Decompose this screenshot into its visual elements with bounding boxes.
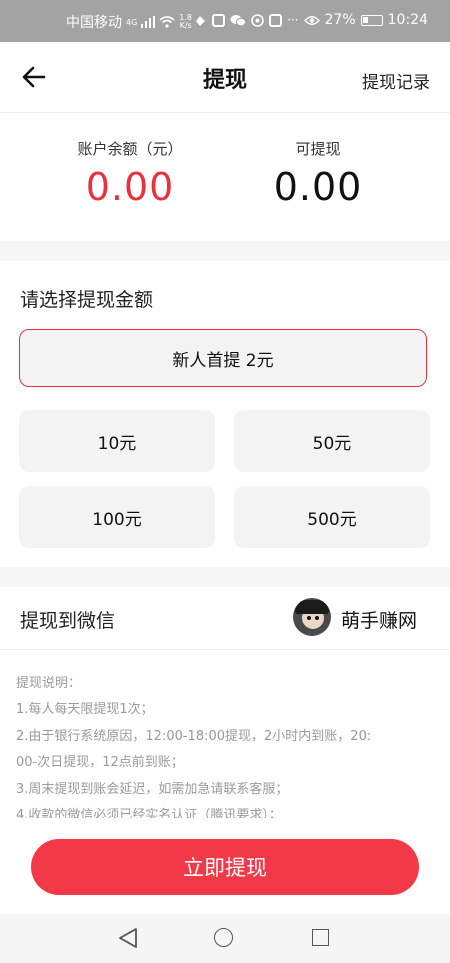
account-balance: 账户余额（元） 0.00	[20, 138, 240, 209]
note-line: 3.周末提现到账会延迟，如需加急请联系客服；	[16, 782, 289, 797]
withdraw-history-link[interactable]: 提现记录	[362, 68, 430, 93]
status-bar: 中国移动 4G 1.8 K/s ··· 27% 10:24	[0, 0, 450, 42]
wechat-nickname: 萌手赚网	[341, 610, 418, 632]
nav-back-button[interactable]	[118, 927, 138, 953]
signal-icon	[141, 16, 156, 28]
withdrawable-value: 0.00	[273, 165, 363, 209]
balance-section: 账户余额（元） 0.00 可提现 0.00	[0, 113, 450, 241]
account-balance-label: 账户余额（元）	[77, 140, 183, 158]
more-icon: ···	[287, 13, 299, 27]
app-notification-icon	[212, 13, 226, 27]
battery-percent: 27%	[324, 12, 356, 28]
note-line: 4.收款的微信必须已经实名认证（腾讯要求）；	[16, 808, 282, 818]
avatar	[293, 598, 331, 636]
wifi-icon	[159, 16, 175, 28]
withdrawable-balance: 可提现 0.00	[208, 138, 428, 209]
amount-option-500[interactable]: 500元	[234, 486, 430, 548]
account-balance-value: 0.00	[85, 165, 175, 209]
note-line: 1.每人每天限提现1次；	[16, 702, 154, 717]
nav-back-icon	[119, 928, 137, 948]
amount-option-10[interactable]: 10元	[19, 410, 215, 472]
system-nav-bar	[0, 914, 450, 963]
notification-icon	[194, 14, 207, 27]
section-gap-2	[0, 567, 450, 587]
status-right: ··· 27% 10:24	[194, 12, 428, 28]
header: 提现 提现记录	[0, 42, 450, 112]
network-speed: 1.8 K/s	[179, 14, 192, 30]
withdraw-now-button[interactable]: 立即提现	[31, 839, 419, 895]
withdrawable-label: 可提现	[295, 140, 341, 158]
note-line: 2.由于银行系统原因，12:00-18:00提现，2小时内到账，20:	[16, 729, 372, 744]
app-icon	[251, 13, 264, 27]
wechat-icon	[230, 14, 247, 27]
amount-section-title: 请选择提现金额	[20, 289, 154, 311]
avatar-eye	[315, 616, 319, 620]
battery-icon	[360, 14, 383, 26]
amount-option-50[interactable]: 50元	[234, 410, 430, 472]
speed-unit: K/s	[179, 21, 192, 30]
nav-recents-button[interactable]	[312, 929, 329, 946]
note-line: 00-次日提现，12点前到账；	[16, 755, 184, 770]
wechat-account-row[interactable]: 提现到微信 萌手赚网	[0, 587, 450, 650]
amount-section: 请选择提现金额 新人首提 2元 10元 50元 100元 500元	[0, 261, 450, 567]
clock: 10:24	[387, 12, 428, 28]
eye-icon	[303, 15, 320, 26]
avatar-hair	[295, 600, 329, 614]
wechat-label: 提现到微信	[20, 610, 116, 632]
app-notification-icon-2	[269, 13, 283, 27]
section-gap	[0, 241, 450, 261]
amount-option-100[interactable]: 100元	[19, 486, 215, 548]
network-type: 4G	[126, 17, 138, 27]
carrier-label: 中国移动	[66, 15, 122, 31]
nav-home-button[interactable]	[214, 928, 233, 947]
newbie-amount-option[interactable]: 新人首提 2元	[19, 329, 427, 387]
notes-heading: 提现说明：	[16, 676, 82, 691]
avatar-eye	[307, 616, 311, 620]
status-left: 中国移动 4G 1.8 K/s	[66, 12, 192, 32]
withdraw-notes: 提现说明： 1.每人每天限提现1次； 2.由于银行系统原因，12:00-18:0…	[0, 650, 450, 818]
